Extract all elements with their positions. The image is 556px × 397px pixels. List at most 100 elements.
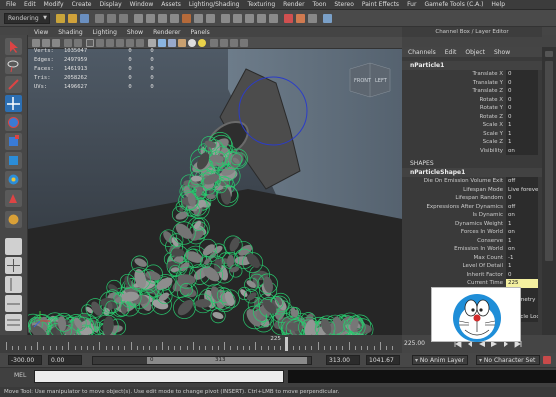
playback-start-field[interactable]: 0.00 xyxy=(48,355,82,365)
channel-row[interactable]: Translate Z0 xyxy=(402,87,542,96)
channel-value-field[interactable]: 0 xyxy=(506,95,538,104)
snap-curve-icon[interactable] xyxy=(233,13,242,23)
universal-manipulator-icon[interactable] xyxy=(5,152,22,169)
current-frame-marker[interactable] xyxy=(285,337,289,351)
channel-row[interactable]: Translate Y0 xyxy=(402,78,542,87)
four-view-layout-icon[interactable] xyxy=(5,257,22,274)
channel-row[interactable]: Conserve 1 xyxy=(402,236,542,245)
wireframe-on-shaded-icon[interactable] xyxy=(168,39,176,47)
pick-curves-icon[interactable] xyxy=(158,13,167,23)
menu-item[interactable]: Assets xyxy=(161,1,181,8)
menu-item[interactable]: Help xyxy=(491,1,505,8)
channel-row[interactable]: Lifespan Random 0 xyxy=(402,194,542,203)
menu-item[interactable]: File xyxy=(6,1,16,8)
channel-value-field[interactable]: on xyxy=(506,245,538,254)
playback-end-field[interactable]: 313.00 xyxy=(326,355,360,365)
channel-row[interactable]: Scale Y1 xyxy=(402,129,542,138)
pick-joints-icon[interactable] xyxy=(146,13,155,23)
select-tool-icon[interactable] xyxy=(5,38,22,55)
channel-row[interactable]: Inherit Factor 0 xyxy=(402,270,542,279)
menu-item[interactable]: Display xyxy=(100,1,122,8)
pick-deformations-icon[interactable] xyxy=(182,13,191,23)
view-cube[interactable]: FRONT LEFT xyxy=(349,62,391,98)
channel-box-menu-item[interactable]: Edit xyxy=(445,49,457,56)
menu-item[interactable]: Paint Effects xyxy=(362,1,399,8)
channel-box-menu-item[interactable]: Object xyxy=(465,49,485,56)
lasso-tool-icon[interactable] xyxy=(5,57,22,74)
channel-value-field[interactable]: Live forever xyxy=(506,185,538,194)
save-scene-icon[interactable] xyxy=(80,13,89,23)
channel-row[interactable]: Level Of Detail 1 xyxy=(402,262,542,271)
channel-row[interactable]: Rotate Z0 xyxy=(402,112,542,121)
persp-outliner-layout-icon[interactable] xyxy=(5,276,22,293)
scroll-thumb[interactable] xyxy=(545,61,553,261)
time-slider[interactable]: 225 xyxy=(0,335,402,353)
channel-row[interactable]: Rotate X0 xyxy=(402,95,542,104)
single-perspective-layout-icon[interactable] xyxy=(5,238,22,255)
node-name[interactable]: nParticle1 xyxy=(402,61,542,70)
menu-item[interactable]: Window xyxy=(130,1,154,8)
menu-item[interactable]: Edit xyxy=(24,1,36,8)
channel-row[interactable]: Scale X1 xyxy=(402,121,542,130)
animation-end-field[interactable]: 1041.67 xyxy=(366,355,400,365)
viewport-menu-item[interactable]: View xyxy=(34,29,48,36)
soft-modification-icon[interactable] xyxy=(5,171,22,188)
isolate-select-icon[interactable] xyxy=(210,39,218,47)
paint-select-tool-icon[interactable] xyxy=(5,76,22,93)
channel-value-field[interactable]: 1 xyxy=(506,129,538,138)
channel-row[interactable]: Forces In World on xyxy=(402,228,542,237)
snap-point-icon[interactable] xyxy=(245,13,254,23)
xray-icon[interactable] xyxy=(220,39,228,47)
last-tool-icon[interactable] xyxy=(5,211,22,228)
menu-item[interactable]: Create xyxy=(72,1,92,8)
select-hierarchy-icon[interactable] xyxy=(95,13,104,23)
use-all-lights-icon[interactable] xyxy=(188,39,196,47)
channel-value-field[interactable]: off xyxy=(506,202,538,211)
channel-value-field[interactable]: 1 xyxy=(506,236,538,245)
menu-item[interactable]: Modify xyxy=(44,1,64,8)
make-live-icon[interactable] xyxy=(269,13,278,23)
channel-value-field[interactable]: on xyxy=(506,146,538,155)
channel-value-field[interactable]: 0 xyxy=(506,270,538,279)
viewport-menu-item[interactable]: Lighting xyxy=(93,29,117,36)
select-object-icon[interactable] xyxy=(107,13,116,23)
channel-value-field[interactable]: 0 xyxy=(506,78,538,87)
new-scene-icon[interactable] xyxy=(56,13,65,23)
channel-value-field[interactable]: 0 xyxy=(506,87,538,96)
menu-item[interactable]: Render xyxy=(283,1,304,8)
shadows-icon[interactable] xyxy=(198,39,206,47)
high-quality-icon[interactable] xyxy=(240,39,248,47)
pick-rendering-icon[interactable] xyxy=(206,13,215,23)
anim-layer-dropdown[interactable]: ▾ No Anim Layer xyxy=(412,355,468,365)
viewport-menu-item[interactable]: Renderer xyxy=(153,29,180,36)
channel-value-field[interactable]: 0 xyxy=(506,194,538,203)
move-tool-icon[interactable] xyxy=(5,95,22,112)
animation-start-field[interactable]: -300.00 xyxy=(8,355,42,365)
channel-value-field[interactable]: on xyxy=(506,211,538,220)
textured-icon[interactable] xyxy=(178,39,186,47)
channel-box-menu-item[interactable]: Show xyxy=(494,49,510,56)
channel-row[interactable]: Dynamics Weight 1 xyxy=(402,219,542,228)
channel-value-field[interactable]: 0 xyxy=(506,112,538,121)
channel-value-field[interactable]: 1 xyxy=(506,138,538,147)
auto-key-icon[interactable] xyxy=(543,356,551,364)
menu-item[interactable]: Stereo xyxy=(334,1,354,8)
xray-joints-icon[interactable] xyxy=(230,39,238,47)
channel-row[interactable]: Lifespan Mode Live forever xyxy=(402,185,542,194)
channel-row[interactable]: Max Count -1 xyxy=(402,253,542,262)
channel-row[interactable]: Is Dynamic on xyxy=(402,211,542,220)
channel-value-field[interactable]: off xyxy=(506,177,538,186)
menu-item[interactable]: Fur xyxy=(407,1,416,8)
channel-row[interactable]: Die On Emission Volume Exit off xyxy=(402,177,542,186)
show-manipulator-icon[interactable] xyxy=(5,190,22,207)
channel-row[interactable]: Translate X0 xyxy=(402,70,542,79)
menu-item[interactable]: Gamefe Tools (C.A.) xyxy=(424,1,483,8)
render-current-frame-icon[interactable] xyxy=(284,13,293,23)
scale-tool-icon[interactable] xyxy=(5,133,22,150)
pick-surfaces-icon[interactable] xyxy=(170,13,179,23)
rotate-tool-icon[interactable] xyxy=(5,114,22,131)
perspective-viewport[interactable]: FRONT LEFT xyxy=(28,49,402,335)
hypershade-layout-icon[interactable] xyxy=(5,314,22,331)
mel-command-input[interactable] xyxy=(34,370,284,383)
render-settings-icon[interactable] xyxy=(308,13,317,23)
